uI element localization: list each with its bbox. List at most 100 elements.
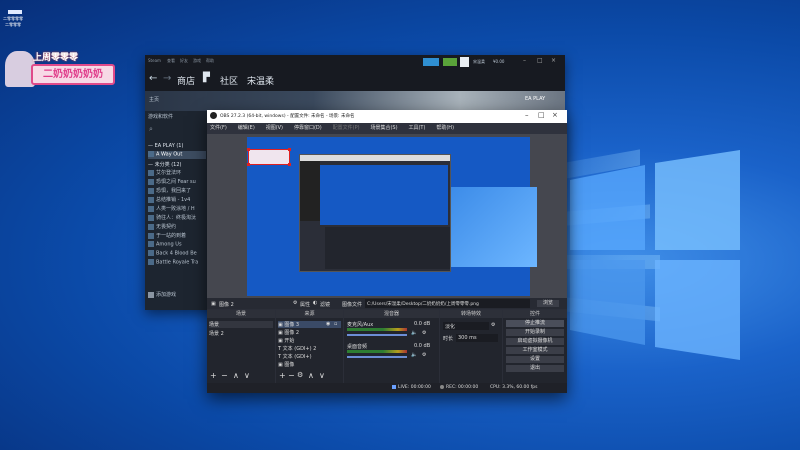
filter-icon[interactable]: ◐ (313, 300, 317, 306)
steam-top-menu-2[interactable]: 好友 (180, 58, 188, 64)
add-icon[interactable]: + (210, 371, 217, 380)
menu-tools[interactable]: 工具(T) (408, 123, 425, 134)
desktop-label: 二零零零 (5, 22, 21, 27)
speaker-icon[interactable]: 🔈 (411, 330, 417, 336)
virtual-camera-button[interactable]: 启动虚拟摄像机 (506, 338, 564, 345)
exit-button[interactable]: 退出 (506, 365, 564, 372)
close-icon[interactable]: × (552, 111, 558, 119)
filters-button[interactable]: 滤镜 (320, 301, 330, 308)
maximize-icon[interactable]: □ (538, 111, 545, 119)
menu-docks[interactable]: 停靠窗口(D) (294, 123, 322, 134)
gear-icon[interactable]: ⚙ (297, 371, 303, 379)
selected-source-box[interactable] (247, 148, 291, 166)
duration-input[interactable]: 300 ms (456, 334, 498, 342)
library-item[interactable]: 人类一败涂地 / H (148, 205, 206, 213)
resize-handle[interactable] (288, 148, 291, 151)
volume-slider[interactable] (347, 356, 407, 358)
gear-icon[interactable]: ⚙ (491, 322, 495, 328)
minimize-icon[interactable]: – (523, 57, 526, 64)
library-item-selected[interactable]: A Way Out (148, 151, 206, 159)
lock-icon[interactable]: ▫ (334, 321, 337, 327)
settings-button[interactable]: 设置 (506, 356, 564, 363)
add-game-button[interactable]: 添加游戏 (148, 291, 206, 299)
source-item[interactable]: ▣ 开始 (278, 337, 294, 344)
add-icon[interactable]: + (279, 371, 286, 380)
library-item[interactable]: 于一站的到着 (148, 232, 206, 240)
minimize-icon[interactable]: – (525, 111, 529, 119)
nav-community[interactable]: 社区 (220, 74, 238, 87)
scene-item[interactable]: 场景 (209, 321, 273, 328)
menu-edit[interactable]: 编辑(E) (238, 123, 255, 134)
library-item[interactable]: Battle Royale Tra (148, 259, 206, 267)
mixer-channel-name: 麦克风/Aux (347, 322, 374, 328)
resize-handle[interactable] (247, 148, 250, 151)
move-up-icon[interactable]: ∧ (233, 371, 239, 380)
library-item[interactable]: 艾尔登法环 (148, 169, 206, 177)
forward-arrow-icon[interactable]: → (163, 73, 171, 84)
notifications-button[interactable] (443, 58, 457, 66)
studio-mode-button[interactable]: 工作室模式 (506, 347, 564, 354)
library-item[interactable]: 恐惧，我回来了 (148, 187, 206, 195)
resize-handle[interactable] (247, 163, 250, 166)
gear-icon[interactable]: ⚙ (422, 352, 426, 358)
obs-window[interactable]: OBS 27.2.3 (64-bit, windows) - 配置文件: 未命名… (207, 110, 567, 393)
library-group-ea[interactable]: — EA PLAY (1) (148, 143, 206, 151)
steam-top-menu-4[interactable]: 帮助 (206, 58, 214, 64)
library-item[interactable]: 恐惧之间 Fear su (148, 178, 206, 186)
source-item[interactable]: T 文本 (GDI+) (278, 353, 312, 360)
remove-icon[interactable]: − (288, 371, 295, 380)
steam-top-menu-3[interactable]: 游戏 (193, 58, 201, 64)
resize-handle[interactable] (288, 163, 291, 166)
volume-slider[interactable] (347, 334, 407, 336)
stop-streaming-button[interactable]: 停止推流 (506, 320, 564, 327)
menu-view[interactable]: 视图(V) (266, 123, 283, 134)
properties-button[interactable]: 属性 (300, 301, 310, 308)
library-icon[interactable]: ▛ (203, 73, 210, 83)
menu-scene-collection[interactable]: 场景集合(S) (370, 123, 397, 134)
move-up-icon[interactable]: ∧ (308, 371, 314, 380)
badge-subtitle: 二奶奶奶奶奶 (31, 64, 115, 85)
steam-top-menu-1[interactable]: 查看 (167, 58, 175, 64)
gear-icon[interactable]: ⚙ (293, 300, 297, 306)
start-recording-button[interactable]: 开始录制 (506, 329, 564, 336)
library-item[interactable]: 总结推销 - 1v4 (148, 196, 206, 204)
library-group-uncategorized[interactable]: — 未分类 (12) (148, 161, 206, 169)
source-item[interactable]: ▣ 图像 (278, 361, 294, 368)
move-down-icon[interactable]: ∨ (244, 371, 250, 380)
controls-dock-title: 控件 (503, 310, 567, 318)
eye-icon[interactable]: ◉ (326, 321, 330, 327)
browse-button[interactable]: 浏览 (537, 300, 559, 307)
transition-select[interactable]: 淡化 (443, 322, 489, 330)
library-item[interactable]: Among Us (148, 241, 206, 249)
back-arrow-icon[interactable]: ← (149, 73, 157, 84)
preview-canvas[interactable] (247, 137, 537, 296)
menu-profile[interactable]: 配置文件(P) (333, 123, 360, 134)
nav-store[interactable]: 商店 (177, 74, 195, 87)
library-item[interactable]: 骑往人：终极淘汰 (148, 214, 206, 222)
obs-preview-area[interactable] (207, 134, 567, 298)
speaker-icon[interactable]: 🔈 (411, 352, 417, 358)
home-link[interactable]: 主页 (149, 96, 159, 103)
move-down-icon[interactable]: ∨ (319, 371, 325, 380)
search-icon[interactable]: ⌕ (149, 125, 153, 134)
image-path-field[interactable]: C:/Users/宋温柔/Desktop/二奶奶奶奶/上周零零零.png (365, 299, 530, 308)
steam-top-menu-0[interactable]: Steam (148, 58, 161, 63)
library-item[interactable]: Back 4 Blood Be (148, 250, 206, 258)
gear-icon[interactable]: ⚙ (422, 330, 426, 336)
menu-file[interactable]: 文件(F) (210, 123, 227, 134)
library-item[interactable]: 无畏契约 (148, 223, 206, 231)
scene-item[interactable]: 场景 2 (209, 330, 224, 337)
source-item[interactable]: T 文本 (GDI+) 2 (278, 345, 316, 352)
maximize-icon[interactable]: □ (537, 57, 543, 64)
user-avatar[interactable] (460, 57, 469, 67)
ea-play-tag: EA PLAY (525, 96, 546, 102)
remove-icon[interactable]: − (221, 371, 228, 380)
source-item[interactable]: ▣ 图像 3 (278, 321, 341, 328)
nav-username[interactable]: 宋温柔 (247, 74, 274, 87)
source-item[interactable]: ▣ 图像 2 (278, 329, 299, 336)
broadcast-button[interactable] (423, 58, 439, 66)
steam-username[interactable]: 宋温柔 (473, 59, 485, 65)
close-icon[interactable]: × (551, 57, 556, 64)
menu-help[interactable]: 帮助(H) (436, 123, 454, 134)
desktop-icon-text[interactable]: 二零零零零 二零零零 (0, 0, 60, 40)
